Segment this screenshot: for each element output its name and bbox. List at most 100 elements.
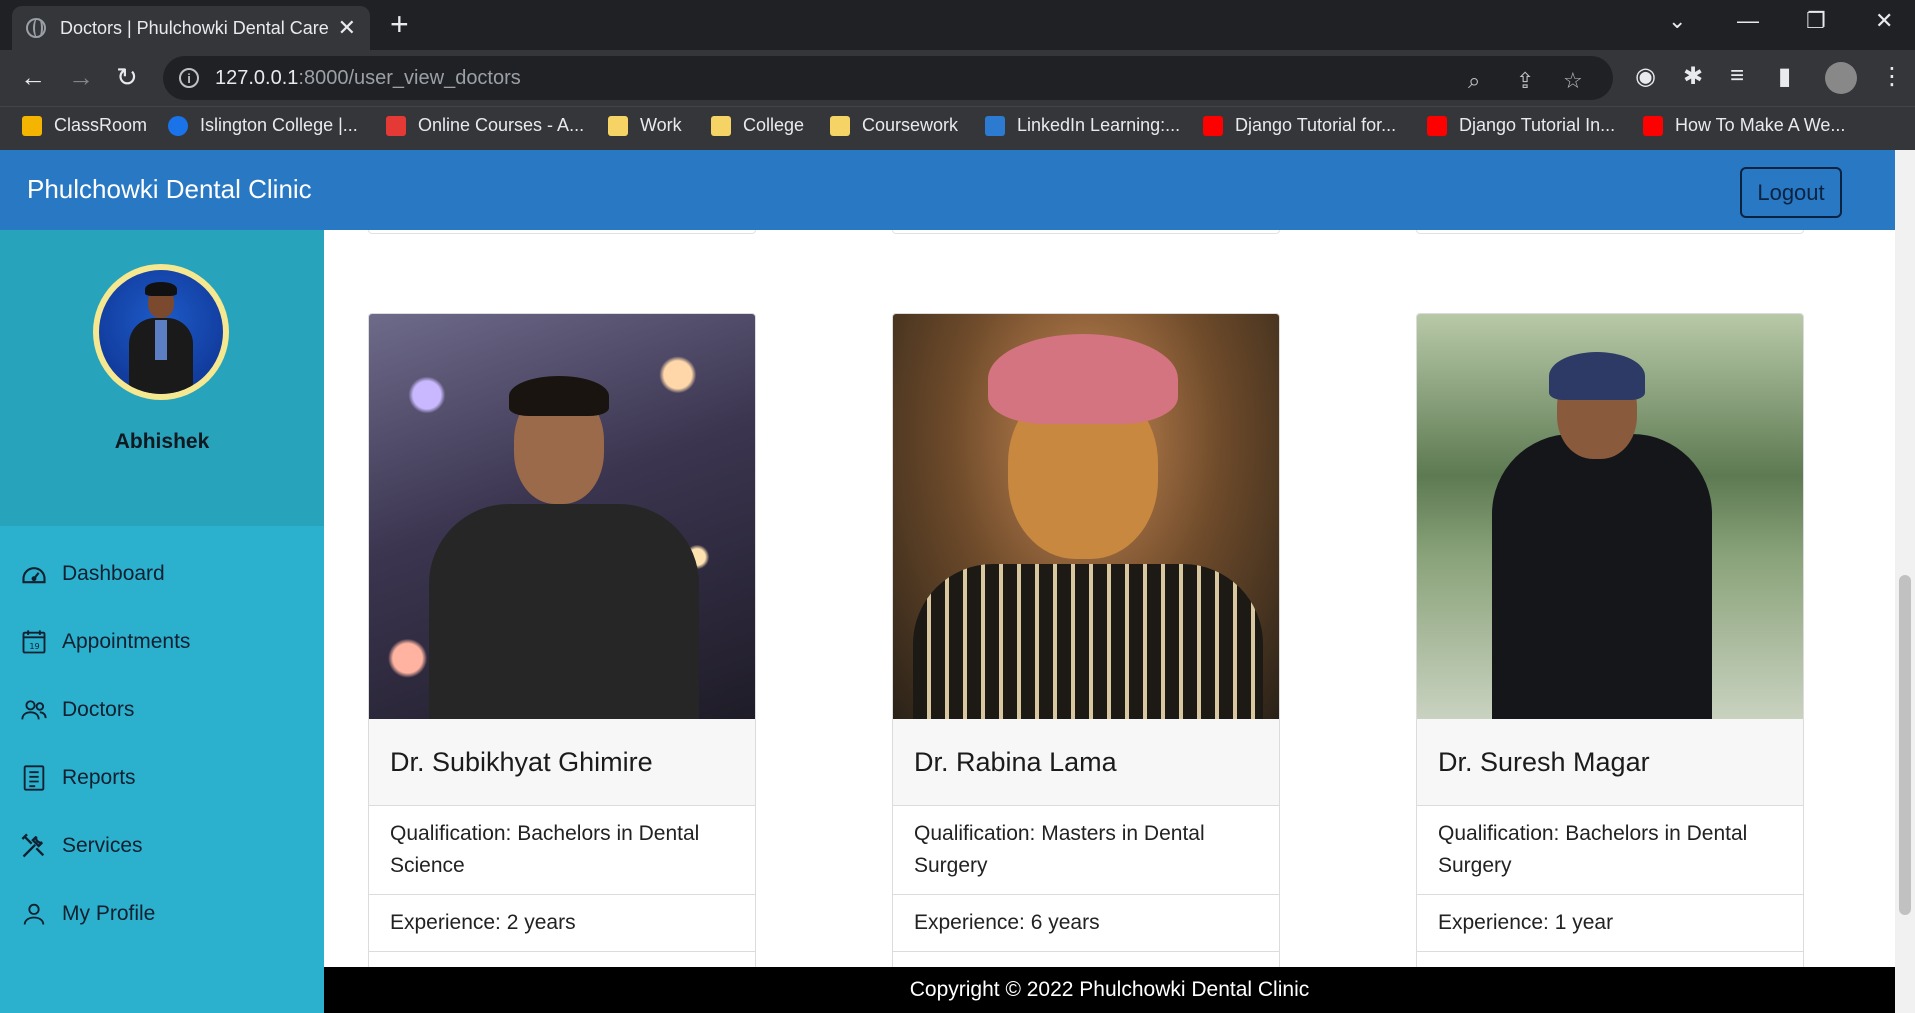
back-button[interactable]: ← [20, 62, 46, 92]
folder-icon [608, 115, 628, 136]
bookmark-item[interactable]: Work [608, 115, 682, 136]
window-close-button[interactable]: ✕ [1875, 8, 1893, 34]
new-tab-button[interactable]: + [390, 8, 409, 40]
sidebar-item-label: Services [62, 834, 143, 857]
sidebar-menu: Dashboard 19 Appointments Doctors Report… [0, 540, 324, 948]
bookmark-label: Work [640, 115, 682, 135]
tab-search-icon[interactable]: ⌄ [1668, 8, 1686, 34]
footer-copyright: Copyright © 2022 Phulchowki Dental Clini… [909, 978, 1310, 1001]
doctor-card: Dr. Subikhyat Ghimire Qualification: Bac… [368, 313, 756, 983]
sidebar-item-services[interactable]: Services [0, 812, 324, 880]
doctor-experience: Experience: 6 years [893, 895, 1279, 952]
bookmark-item[interactable]: Islington College |... [168, 115, 358, 136]
sidebar: Abhishek Dashboard 19 Appointments Docto… [0, 230, 324, 1013]
browser-tab-strip: Doctors | Phulchowki Dental Care ✕ + ⌄ —… [0, 0, 1915, 50]
bookmark-item[interactable]: Online Courses - A... [386, 115, 584, 136]
logout-button[interactable]: Logout [1740, 167, 1842, 218]
classroom-icon [22, 115, 42, 136]
sidebar-item-label: Appointments [62, 630, 191, 653]
bookmark-item[interactable]: Django Tutorial In... [1427, 115, 1615, 136]
doctor-photo [893, 314, 1279, 719]
reload-button[interactable]: ↻ [116, 62, 138, 92]
avatar [93, 264, 229, 400]
globe-icon [26, 18, 46, 38]
svg-text:19: 19 [29, 641, 39, 651]
doctor-qualification: Qualification: Bachelors in Dental Scien… [369, 806, 755, 895]
profile-avatar-icon[interactable] [1825, 62, 1857, 94]
page-scrollbar[interactable] [1895, 150, 1915, 1013]
udemy-icon [386, 115, 406, 136]
tab-close-icon[interactable]: ✕ [338, 15, 356, 41]
sidebar-profile: Abhishek [0, 230, 324, 526]
youtube-icon [1203, 115, 1223, 136]
browser-toolbar: ← → ↻ i 127.0.0.1:8000/user_view_doctors… [0, 50, 1915, 106]
bookmark-label: How To Make A We... [1675, 115, 1846, 135]
tab-title: Doctors | Phulchowki Dental Care [59, 17, 329, 38]
doctor-experience: Experience: 1 year [1417, 895, 1803, 952]
browser-menu-icon[interactable]: ⋮ [1880, 62, 1904, 91]
bookmark-item[interactable]: How To Make A We... [1643, 115, 1845, 136]
doctor-card: Dr. Rabina Lama Qualification: Masters i… [892, 313, 1280, 983]
minimize-button[interactable]: — [1737, 8, 1759, 34]
folder-icon [711, 115, 731, 136]
doctor-photo [1417, 314, 1803, 719]
doctor-qualification: Qualification: Bachelors in Dental Surge… [1417, 806, 1803, 895]
extensions-puzzle-icon[interactable]: ✱ [1683, 62, 1703, 91]
bookmark-item[interactable]: ClassRoom [22, 115, 147, 136]
tools-icon [21, 833, 45, 858]
url-host: 127.0.0.1 [215, 66, 299, 89]
youtube-icon [1643, 115, 1663, 136]
footer: Copyright © 2022 Phulchowki Dental Clini… [324, 967, 1895, 1013]
doctor-name: Dr. Suresh Magar [1417, 719, 1803, 806]
sidebar-item-appointments[interactable]: 19 Appointments [0, 608, 324, 676]
share-icon[interactable]: ⇪ [1516, 68, 1534, 94]
bookmark-item[interactable]: LinkedIn Learning:... [985, 115, 1180, 136]
doctor-experience: Experience: 2 years [369, 895, 755, 952]
sidebar-item-label: Doctors [62, 698, 135, 721]
media-control-icon[interactable]: ≡ [1730, 62, 1744, 90]
bookmarks-bar: ClassRoom Islington College |... Online … [0, 106, 1915, 150]
page-viewport: Phulchowki Dental Clinic Logout Abhishek… [0, 150, 1895, 1013]
bookmark-item[interactable]: Coursework [830, 115, 958, 136]
report-icon [23, 765, 45, 791]
sidebar-item-reports[interactable]: Reports [0, 744, 324, 812]
address-bar[interactable]: i 127.0.0.1:8000/user_view_doctors ⌕ ⇪ ☆ [163, 56, 1613, 100]
dashboard-icon [22, 567, 46, 584]
bookmark-label: Django Tutorial In... [1459, 115, 1616, 135]
calendar-icon: 19 [22, 630, 46, 654]
username: Abhishek [114, 430, 210, 453]
site-info-icon[interactable]: i [179, 68, 199, 88]
bookmark-label: Online Courses - A... [418, 115, 585, 135]
doctor-name: Dr. Rabina Lama [893, 719, 1279, 806]
side-panel-icon[interactable]: ▮ [1778, 62, 1791, 91]
restore-button[interactable]: ❐ [1806, 8, 1826, 34]
bookmark-item[interactable]: Django Tutorial for... [1203, 115, 1396, 136]
folder-icon [830, 115, 850, 136]
brand-link[interactable]: Phulchowki Dental Clinic [27, 174, 312, 205]
sidebar-item-my-profile[interactable]: My Profile [0, 880, 324, 948]
doctor-photo [369, 314, 755, 719]
doctor-card: Dr. Suresh Magar Qualification: Bachelor… [1416, 313, 1804, 983]
bookmark-star-icon[interactable]: ☆ [1563, 68, 1583, 94]
extension-glasses-icon[interactable]: ◉ [1635, 62, 1656, 91]
zoom-icon[interactable]: ⌕ [1468, 68, 1480, 94]
bookmark-label: Coursework [862, 115, 959, 135]
bookmark-label: Islington College |... [200, 115, 358, 135]
sidebar-item-label: Dashboard [62, 562, 165, 585]
bookmark-label: LinkedIn Learning:... [1017, 115, 1181, 135]
doctor-name: Dr. Subikhyat Ghimire [369, 719, 755, 806]
bookmark-item[interactable]: College [711, 115, 804, 136]
bookmark-label: College [743, 115, 805, 135]
scrollbar-thumb[interactable] [1899, 575, 1911, 915]
user-icon [23, 903, 45, 925]
doctor-qualification: Qualification: Masters in Dental Surgery [893, 806, 1279, 895]
college-icon [168, 115, 188, 136]
browser-tab[interactable]: Doctors | Phulchowki Dental Care ✕ [12, 6, 370, 50]
linkedin-icon [985, 115, 1005, 136]
sidebar-item-dashboard[interactable]: Dashboard [0, 540, 324, 608]
url-path: :8000/user_view_doctors [298, 66, 521, 89]
sidebar-item-label: My Profile [62, 902, 156, 925]
sidebar-item-doctors[interactable]: Doctors [0, 676, 324, 744]
forward-button[interactable]: → [68, 62, 94, 92]
sidebar-item-label: Reports [62, 766, 136, 789]
